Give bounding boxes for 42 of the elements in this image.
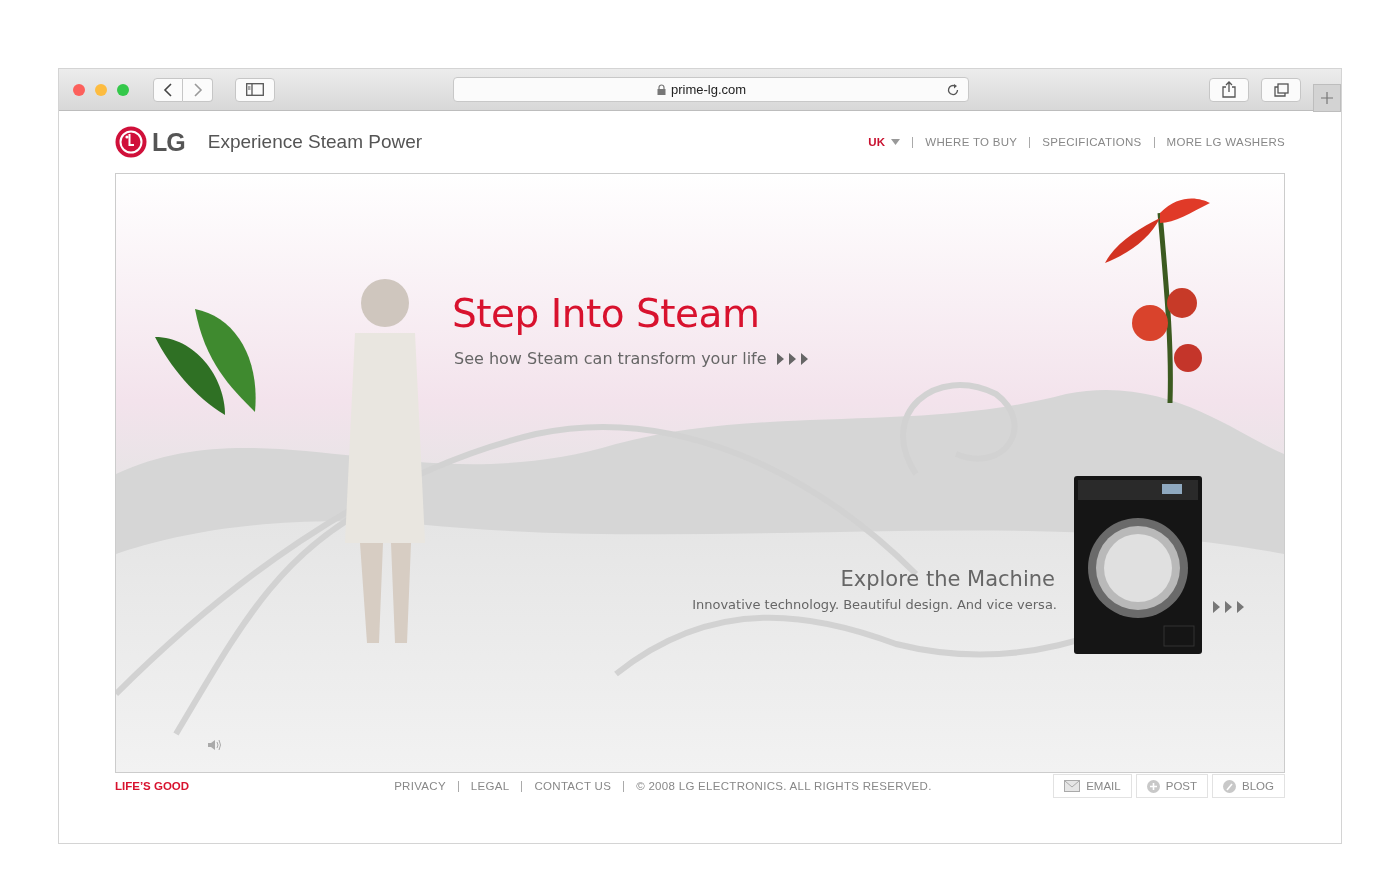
address-bar[interactable]: prime-lg.com [453,77,969,102]
share-button[interactable] [1209,77,1249,102]
url-text: prime-lg.com [670,82,747,97]
new-tab-button[interactable] [1313,84,1341,112]
logo-text[interactable]: LG [152,127,185,157]
nav-link[interactable]: WHERE TO BUY [925,136,1018,148]
pen-circle-icon [1223,779,1237,793]
tagline: LIFE’S GOOD [115,780,190,792]
lock-icon [656,84,666,95]
speaker-icon[interactable] [207,739,223,751]
footer-link[interactable]: CONTACT US [534,780,612,792]
chevron-right-icon [192,82,203,97]
hero-subtitle[interactable]: See how Steam can transform your life [454,349,767,368]
sidebar-icon [246,83,264,96]
blog-share-button[interactable]: BLOG [1212,774,1285,798]
caret-icon [891,139,901,145]
share-icon [1222,81,1236,98]
logo-icon [115,126,147,158]
tabs-icon [1273,82,1289,97]
back-button[interactable] [153,77,183,102]
nav-link[interactable]: MORE LG WASHERS [1166,136,1285,148]
email-share-button[interactable]: EMAIL [1053,774,1132,798]
close-button[interactable] [73,83,85,96]
forward-button[interactable] [183,77,213,102]
nav-link[interactable]: SPECIFICATIONS [1042,136,1142,148]
zoom-button[interactable] [117,83,129,96]
hero-headline[interactable]: Step Into Steam [452,291,760,336]
plus-icon [1321,92,1333,104]
plus-circle-icon [1146,779,1160,793]
tabs-button[interactable] [1261,77,1301,102]
region-dropdown[interactable]: UK [868,136,901,148]
reload-icon[interactable] [946,82,960,97]
footer-link[interactable]: LEGAL [470,780,510,792]
footer-link[interactable]: PRIVACY [394,780,446,792]
copyright-text: © 2008 LG ELECTRONICS. ALL RIGHTS RESERVED. [636,780,932,792]
post-share-button[interactable]: POST [1135,774,1209,798]
envelope-icon [1064,780,1081,792]
machine-subtitle: Innovative technology. Beautiful design. And vice versa. [692,597,1057,612]
sidebar-button[interactable] [235,77,275,102]
machine-title[interactable]: Explore the Machine [840,567,1055,591]
site-title: Experience Steam Power [207,131,423,153]
chevron-left-icon [163,82,173,97]
